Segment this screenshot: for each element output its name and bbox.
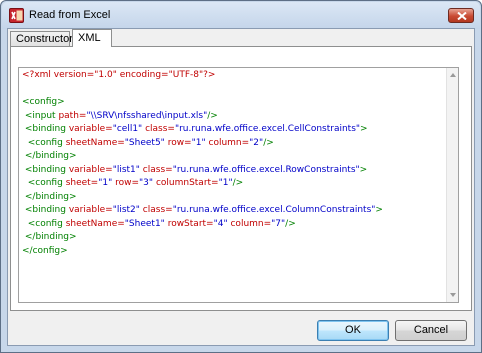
code-token: "1" [98, 178, 113, 188]
code-token: /> [285, 218, 296, 229]
ok-button[interactable]: OK [317, 320, 389, 341]
code-token: "cell1" [112, 124, 143, 134]
scroll-up-icon[interactable] [449, 71, 457, 79]
cancel-button[interactable]: Cancel [395, 320, 467, 341]
tab-xml[interactable]: XML [72, 29, 112, 47]
code-token: column= [230, 218, 272, 229]
code-token: </config> [22, 245, 68, 256]
code-line: <config sheetName="Sheet5" row="1" colum… [22, 137, 444, 151]
code-line: <config sheetName="Sheet1" rowStart="4" … [22, 218, 444, 232]
code-line: </binding> [22, 231, 444, 245]
code-token: > [359, 164, 368, 175]
code-token: sheet= [65, 178, 99, 188]
code-token: rowStart= [167, 218, 214, 229]
dialog-window: Read from Excel Constructor XML <?xml ve… [0, 0, 482, 353]
code-token: <binding [24, 164, 69, 175]
code-token: class= [142, 205, 173, 215]
close-button[interactable] [448, 8, 474, 23]
code-token: sheetName= [65, 137, 125, 148]
code-token: <input [24, 110, 59, 121]
code-line: <binding variable="list1" class="ru.runa… [22, 164, 444, 178]
code-line: <?xml version="1.0" encoding="UTF-8"?> [22, 69, 444, 83]
code-token: "ru.runa.wfe.office.excel.CellConstraint… [174, 124, 361, 134]
code-token: /> [263, 137, 274, 148]
code-token: <config [27, 218, 66, 229]
code-token: /> [232, 178, 244, 188]
xml-code-area[interactable]: <?xml version="1.0" encoding="UTF-8"?> <… [22, 69, 444, 302]
code-token: <config [27, 178, 66, 188]
code-token: "list2" [112, 205, 140, 215]
code-token: "4" [213, 218, 228, 229]
code-token: variable= [68, 205, 113, 215]
code-token: > [360, 124, 368, 134]
code-token: <binding [24, 205, 69, 215]
code-token: variable= [68, 164, 113, 175]
code-token: <config [27, 137, 66, 148]
code-token: row= [115, 178, 140, 188]
code-token: <binding [24, 124, 69, 134]
code-token: "1" [218, 178, 233, 188]
code-token: "7" [271, 218, 286, 229]
code-line: </binding> [22, 150, 444, 164]
tab-panel-xml: <?xml version="1.0" encoding="UTF-8"?> <… [10, 46, 472, 311]
scroll-down-icon[interactable] [449, 291, 457, 299]
close-icon [457, 12, 467, 20]
code-token: </binding> [24, 232, 77, 242]
code-token: "ru.runa.wfe.office.excel.ColumnConstrai… [172, 205, 376, 215]
code-line: <binding variable="list2" class="ru.runa… [22, 204, 444, 218]
code-token: row= [167, 137, 192, 148]
code-token: <?xml version="1.0" encoding="UTF-8"?> [22, 70, 216, 80]
excel-icon [9, 8, 24, 23]
code-line: <binding variable="cell1" class="ru.runa… [22, 123, 444, 137]
code-token: class= [142, 164, 173, 175]
code-line: <config> [22, 96, 444, 110]
code-line: <config sheet="1" row="3" columnStart="1… [22, 177, 444, 191]
code-token: /> [207, 110, 218, 121]
window-title: Read from Excel [29, 9, 111, 21]
code-token: class= [145, 124, 175, 134]
code-token: </binding> [24, 191, 77, 202]
code-line: </binding> [22, 191, 444, 205]
xml-editor[interactable]: <?xml version="1.0" encoding="UTF-8"?> <… [18, 67, 459, 303]
code-token: "\\SRV\nfsshared\input.xls" [86, 110, 208, 121]
code-token: "ru.runa.wfe.office.excel.RowConstraints… [172, 164, 360, 175]
code-line: </config> [22, 245, 444, 259]
code-token: "2" [249, 137, 264, 148]
code-token: column= [208, 137, 250, 148]
code-token: "Sheet1" [124, 218, 165, 229]
code-token: "3" [139, 178, 154, 188]
code-token: "1" [191, 137, 206, 148]
code-line: <input path="\\SRV\nfsshared\input.xls"/… [22, 110, 444, 124]
code-token: "Sheet5" [124, 137, 165, 148]
code-token: columnStart= [155, 178, 219, 188]
title-bar[interactable]: Read from Excel [2, 2, 480, 29]
code-token: </binding> [24, 151, 77, 161]
code-token: variable= [68, 124, 113, 134]
tab-constructor[interactable]: Constructor [10, 31, 73, 47]
code-token: path= [58, 110, 87, 121]
code-token: "list1" [112, 164, 140, 175]
dialog-client-area: Constructor XML <?xml version="1.0" enco… [7, 28, 475, 346]
vertical-scrollbar[interactable] [446, 68, 458, 302]
code-token: <config> [22, 97, 65, 107]
code-token: > [375, 205, 383, 215]
code-token: sheetName= [65, 218, 125, 229]
